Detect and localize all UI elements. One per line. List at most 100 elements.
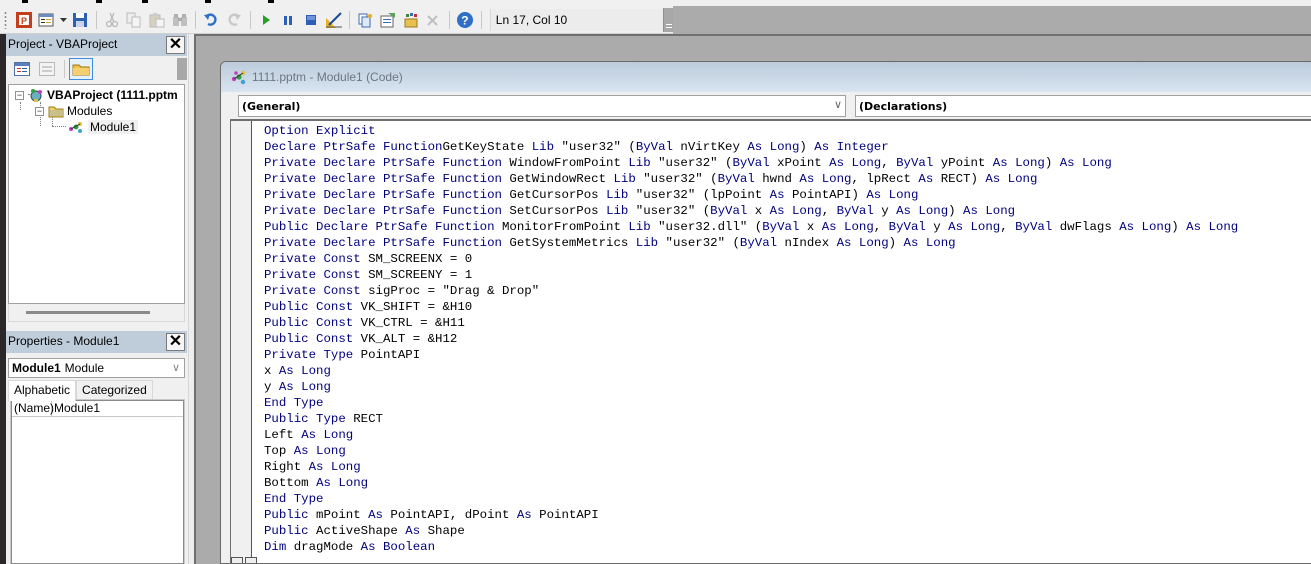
code-keyword: As Long: [1186, 220, 1239, 234]
project-panel-close-button[interactable]: ✕: [166, 36, 185, 54]
tree-item-vbaproject[interactable]: − VBAProject (1111.pptm: [15, 87, 178, 103]
insert-dropdown-button[interactable]: [58, 9, 68, 31]
insert-module-icon: [38, 13, 54, 26]
code-margin-indicator-bar[interactable]: [231, 121, 252, 563]
procedure-select[interactable]: (Declarations): [855, 95, 1311, 117]
toolbar-grip[interactable]: [4, 10, 7, 29]
reset-button[interactable]: [300, 9, 322, 31]
code-text[interactable]: Option Explicit Declare PtrSafe FunctionG…: [264, 123, 1238, 555]
code-line[interactable]: Public Const VK_SHIFT = &H10: [264, 299, 1238, 315]
code-line[interactable]: End Type: [264, 491, 1238, 507]
view-code-button[interactable]: [10, 58, 34, 80]
property-row[interactable]: (Name) Module1: [12, 401, 183, 417]
property-value[interactable]: Module1: [52, 401, 100, 416]
code-line[interactable]: Private Const SM_SCREENX = 0: [264, 251, 1238, 267]
code-editor[interactable]: Option Explicit Declare PtrSafe FunctionG…: [230, 119, 1311, 563]
properties-window-button[interactable]: [377, 9, 399, 31]
code-token: x: [799, 220, 822, 234]
tab-categorized[interactable]: Categorized: [76, 380, 153, 400]
save-button[interactable]: [69, 9, 91, 31]
toolbar-options-button[interactable]: [177, 58, 187, 80]
insert-module-button[interactable]: [36, 9, 58, 31]
toolbox-button[interactable]: [422, 9, 444, 31]
code-keyword: As: [918, 172, 934, 186]
code-line[interactable]: y As Long: [264, 379, 1238, 395]
properties-panel-title-text: Properties - Module1: [8, 334, 120, 348]
code-line[interactable]: Option Explicit: [264, 123, 1238, 139]
view-object-button[interactable]: [35, 58, 59, 80]
code-line[interactable]: Declare PtrSafe FunctionGetKeyState Lib …: [264, 139, 1238, 155]
code-token: y: [925, 220, 949, 234]
code-keyword: ByVal: [1015, 220, 1053, 234]
code-line[interactable]: Private Declare PtrSafe Function GetWind…: [264, 171, 1238, 187]
code-line[interactable]: x As Long: [264, 363, 1238, 379]
code-line[interactable]: Left As Long: [264, 427, 1238, 443]
code-keyword: Private Declare PtrSafe Function: [264, 188, 502, 202]
code-line[interactable]: Private Declare PtrSafe Function GetSyst…: [264, 235, 1238, 251]
undo-button[interactable]: [200, 9, 222, 31]
code-keyword: Private Declare PtrSafe Function: [264, 156, 502, 170]
code-keyword: Dim: [264, 540, 287, 554]
run-button[interactable]: [255, 9, 277, 31]
collapse-icon[interactable]: −: [35, 106, 44, 116]
code-line[interactable]: Public Const VK_ALT = &H12: [264, 331, 1238, 347]
code-line[interactable]: Right As Long: [264, 459, 1238, 475]
find-button[interactable]: [169, 9, 191, 31]
redo-icon: [228, 12, 241, 26]
redo-button[interactable]: [223, 9, 245, 31]
procedure-view-button[interactable]: [231, 557, 243, 563]
object-select[interactable]: (General) ∨: [238, 95, 846, 117]
full-module-view-button[interactable]: [245, 557, 257, 563]
code-line[interactable]: Public Const VK_CTRL = &H11: [264, 315, 1238, 331]
code-keyword: Public Const: [264, 332, 354, 346]
code-line[interactable]: End Type: [264, 395, 1238, 411]
code-keyword: As Long: [903, 236, 956, 250]
code-keyword: As Long: [821, 220, 874, 234]
toolbar-options-button[interactable]: [663, 8, 673, 32]
toolbar-separator: [195, 10, 197, 29]
code-line[interactable]: Private Const sigProc = "Drag & Drop": [264, 283, 1238, 299]
code-line[interactable]: Public mPoint As PointAPI, dPoint As Poi…: [264, 507, 1238, 523]
code-keyword: As Long: [293, 444, 346, 458]
code-line[interactable]: Top As Long: [264, 443, 1238, 459]
code-line[interactable]: Private Declare PtrSafe Function SetCurs…: [264, 203, 1238, 219]
code-line[interactable]: Public Type RECT: [264, 411, 1238, 427]
code-line[interactable]: Private Const SM_SCREENY = 1: [264, 267, 1238, 283]
scrollbar-thumb[interactable]: [26, 311, 150, 314]
help-button[interactable]: ?: [454, 9, 476, 31]
code-window-titlebar[interactable]: 1111.pptm - Module1 (Code): [221, 62, 1311, 92]
code-keyword: ByVal: [739, 236, 778, 250]
background-edge: [0, 34, 6, 564]
copy-button[interactable]: [123, 9, 145, 31]
code-token: Bottom: [264, 476, 317, 490]
code-line[interactable]: Private Declare PtrSafe Function GetCurs…: [264, 187, 1238, 203]
project-tree-hscrollbar[interactable]: [8, 304, 185, 322]
view-powerpoint-button[interactable]: P: [13, 9, 35, 31]
properties-panel-close-button[interactable]: ✕: [166, 333, 185, 351]
code-line[interactable]: Private Declare PtrSafe Function WindowF…: [264, 155, 1238, 171]
code-keyword: As Long: [278, 380, 331, 394]
code-token: GetCursorPos: [501, 188, 607, 202]
code-token: , lpRect: [851, 172, 919, 186]
code-keyword: Private Const: [264, 252, 361, 266]
code-keyword: As Boolean: [360, 540, 436, 554]
stop-icon: [305, 14, 316, 25]
tree-item-modules[interactable]: − Modules: [35, 103, 112, 119]
cut-button[interactable]: [101, 9, 123, 31]
break-button[interactable]: [277, 9, 299, 31]
code-line[interactable]: Dim dragMode As Boolean: [264, 539, 1238, 555]
design-mode-button[interactable]: [323, 9, 345, 31]
code-line[interactable]: Public ActiveShape As Shape: [264, 523, 1238, 539]
tree-item-module1[interactable]: Module1: [67, 119, 139, 135]
properties-object-select[interactable]: Module1 Module ∨: [8, 358, 185, 378]
code-line[interactable]: Private Type PointAPI: [264, 347, 1238, 363]
code-token: "user32.dll" (: [650, 220, 763, 234]
project-explorer-button[interactable]: [354, 9, 376, 31]
code-line[interactable]: Public Declare PtrSafe Function MonitorF…: [264, 219, 1238, 235]
object-browser-button[interactable]: [400, 9, 422, 31]
code-line[interactable]: Bottom As Long: [264, 475, 1238, 491]
collapse-icon[interactable]: −: [15, 90, 24, 100]
paste-button[interactable]: [146, 9, 168, 31]
toggle-folders-button[interactable]: [69, 58, 93, 80]
tab-alphabetic[interactable]: Alphabetic: [8, 380, 77, 401]
